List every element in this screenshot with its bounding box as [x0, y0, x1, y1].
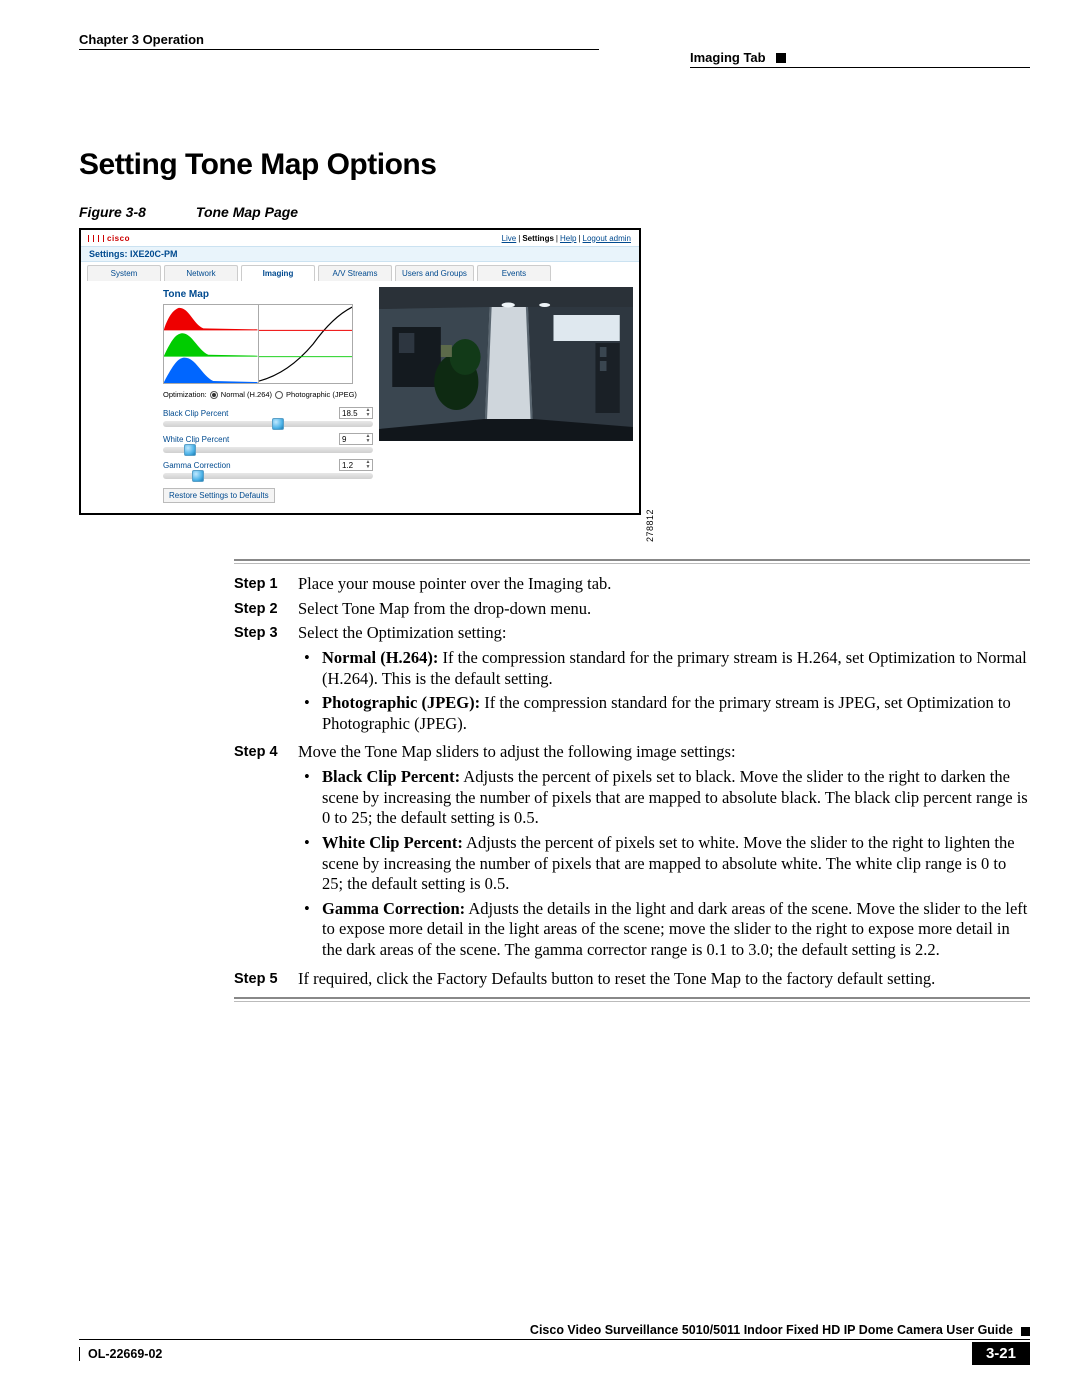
tab-network[interactable]: Network: [164, 265, 238, 281]
figure-id: 278812: [645, 509, 655, 542]
nav-logout[interactable]: Logout admin: [583, 234, 631, 243]
restore-defaults-button[interactable]: Restore Settings to Defaults: [163, 488, 275, 503]
page-title: Setting Tone Map Options: [79, 148, 1030, 182]
tab-system[interactable]: System: [87, 265, 161, 281]
tab-users-and-groups[interactable]: Users and Groups: [395, 265, 474, 281]
step-text: Select Tone Map from the drop-down menu.: [298, 599, 1030, 620]
step-text: Place your mouse pointer over the Imagin…: [298, 574, 1030, 595]
black-clip-slider[interactable]: [163, 421, 373, 427]
radio-normal[interactable]: [210, 391, 218, 399]
step-text: Move the Tone Map sliders to adjust the …: [298, 742, 736, 761]
black-clip-label: Black Clip Percent: [163, 409, 339, 418]
black-clip-spinner[interactable]: ▲▼: [339, 407, 373, 419]
gamma-label: Gamma Correction: [163, 461, 339, 470]
panel-title: Tone Map: [163, 289, 373, 300]
step-label: Step 5: [234, 969, 298, 990]
page-number: 3-21: [972, 1342, 1030, 1365]
square-icon: [1021, 1327, 1030, 1336]
step-label: Step 1: [234, 574, 298, 595]
nav-live[interactable]: Live: [502, 234, 517, 243]
optimization-label: Optimization:: [163, 390, 207, 399]
divider: [234, 559, 1030, 564]
nav-help[interactable]: Help: [560, 234, 576, 243]
list-item: Photographic (JPEG): If the compression …: [322, 693, 1030, 734]
step-text: Select the Optimization setting:: [298, 623, 507, 642]
footer-guide-title: Cisco Video Surveillance 5010/5011 Indoo…: [79, 1323, 1013, 1337]
list-item: Normal (H.264): If the compression stand…: [322, 648, 1030, 689]
nav-settings[interactable]: Settings: [522, 234, 554, 243]
white-clip-input[interactable]: [340, 434, 364, 444]
divider: [690, 67, 1030, 68]
gamma-spinner[interactable]: ▲▼: [339, 459, 373, 471]
white-clip-slider[interactable]: [163, 447, 373, 453]
settings-breadcrumb: Settings: IXE20C-PM: [81, 246, 639, 262]
divider: [79, 49, 599, 50]
gamma-input[interactable]: [340, 460, 364, 470]
white-clip-label: White Clip Percent: [163, 435, 339, 444]
tab-a-v-streams[interactable]: A/V Streams: [318, 265, 392, 281]
list-item: Gamma Correction: Adjusts the details in…: [322, 899, 1030, 961]
step-label: Step 2: [234, 599, 298, 620]
divider: [79, 1339, 1030, 1340]
black-clip-input[interactable]: [340, 408, 364, 418]
figure-screenshot: cisco Live | Settings | Help | Logout ad…: [79, 228, 641, 515]
imaging-tab-label: Imaging Tab: [690, 50, 766, 65]
opt-photo-label: Photographic (JPEG): [286, 390, 357, 399]
divider: [234, 997, 1030, 1002]
chapter-label: Chapter 3 Operation: [79, 32, 599, 47]
histogram-box: [163, 304, 353, 384]
footer-doc-id: OL-22669-02: [79, 1347, 162, 1361]
opt-normal-label: Normal (H.264): [221, 390, 272, 399]
cisco-logo: cisco: [87, 234, 130, 243]
tab-events[interactable]: Events: [477, 265, 551, 281]
tab-imaging[interactable]: Imaging: [241, 265, 315, 281]
gamma-slider[interactable]: [163, 473, 373, 479]
list-item: White Clip Percent: Adjusts the percent …: [322, 833, 1030, 895]
list-item: Black Clip Percent: Adjusts the percent …: [322, 767, 1030, 829]
step-label: Step 4: [234, 742, 298, 964]
white-clip-spinner[interactable]: ▲▼: [339, 433, 373, 445]
step-text: If required, click the Factory Defaults …: [298, 969, 1030, 990]
figure-caption: Figure 3-8Tone Map Page: [79, 204, 1030, 220]
video-preview: [379, 287, 633, 441]
square-icon: [776, 53, 786, 63]
step-label: Step 3: [234, 623, 298, 738]
radio-photographic[interactable]: [275, 391, 283, 399]
